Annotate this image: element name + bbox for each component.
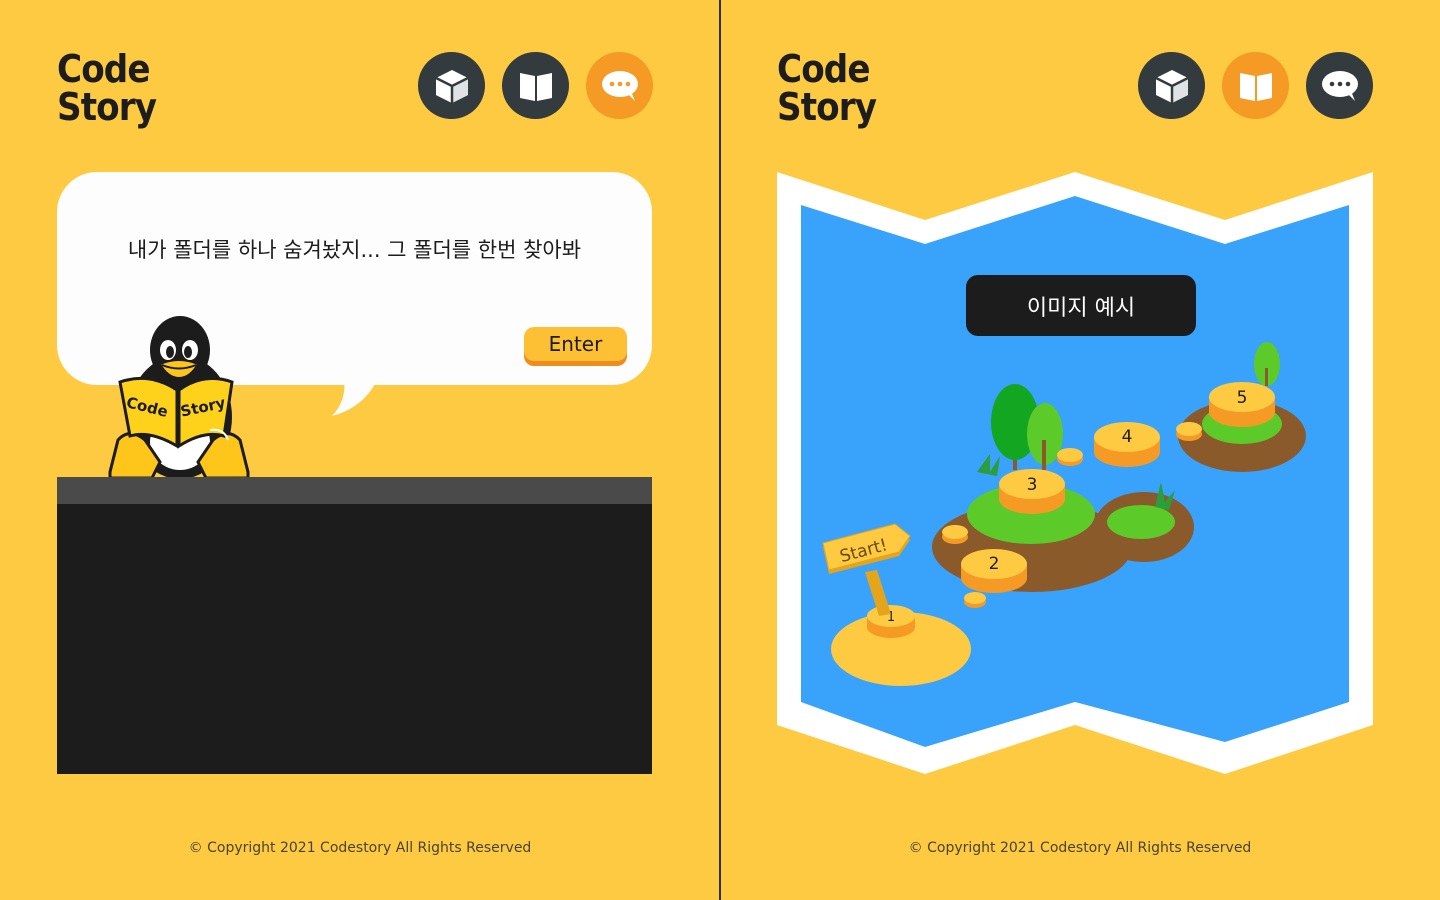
stage-node[interactable]: 4 xyxy=(1094,422,1160,467)
nav-bar xyxy=(1138,52,1378,120)
stage-map: 1 2 3 4 5 Start! xyxy=(777,172,1373,774)
nav-cube-button[interactable] xyxy=(418,52,485,119)
stage-label: 3 xyxy=(1027,475,1038,495)
nav-cube-button[interactable] xyxy=(1138,52,1205,119)
cube-icon xyxy=(434,69,469,103)
terminal-window[interactable] xyxy=(57,477,652,774)
stage-node[interactable]: 1 xyxy=(867,605,915,638)
logo-line-2: Story xyxy=(777,85,877,129)
nav-book-button[interactable] xyxy=(502,52,569,119)
book-icon xyxy=(1239,72,1272,101)
right-panel: Code Story 1 2 3 4 5 Start! 이미지 예시 © Cop… xyxy=(720,0,1440,900)
cube-icon xyxy=(1154,69,1189,103)
footer-copyright: © Copyright 2021 Codestory All Rights Re… xyxy=(188,840,532,856)
enter-button[interactable]: Enter xyxy=(524,327,627,361)
stage-label: 4 xyxy=(1122,427,1133,447)
stage-label: 5 xyxy=(1237,388,1248,408)
logo[interactable]: Code Story xyxy=(777,47,877,129)
book-icon xyxy=(519,72,552,101)
speech-bubble-tail xyxy=(320,378,378,416)
nav-chat-button[interactable] xyxy=(586,52,653,119)
chat-icon xyxy=(1321,70,1358,101)
stage-node[interactable]: 3 xyxy=(999,469,1065,514)
nav-book-button[interactable] xyxy=(1222,52,1289,119)
logo-line-1: Code xyxy=(777,47,871,91)
left-panel: Code Story 내가 폴더를 하나 숨겨놨지... 그 폴더를 한번 찾아… xyxy=(0,0,720,900)
logo[interactable]: Code Story xyxy=(57,47,157,129)
dialog-message: 내가 폴더를 하나 숨겨놨지... 그 폴더를 한번 찾아봐 xyxy=(127,238,582,262)
chat-icon xyxy=(601,70,638,101)
logo-line-1: Code xyxy=(57,47,151,91)
terminal-title-bar xyxy=(57,477,652,504)
nav-chat-button[interactable] xyxy=(1306,52,1373,119)
stage-node[interactable]: 5 xyxy=(1209,382,1275,427)
nav-bar xyxy=(418,52,658,120)
logo-line-2: Story xyxy=(57,85,157,129)
example-image-label: 이미지 예시 xyxy=(966,275,1196,336)
footer-copyright: © Copyright 2021 Codestory All Rights Re… xyxy=(908,840,1252,856)
stage-node[interactable]: 2 xyxy=(961,549,1027,593)
penguin-mascot: Code Story xyxy=(108,316,250,480)
stage-label: 2 xyxy=(989,554,1000,574)
